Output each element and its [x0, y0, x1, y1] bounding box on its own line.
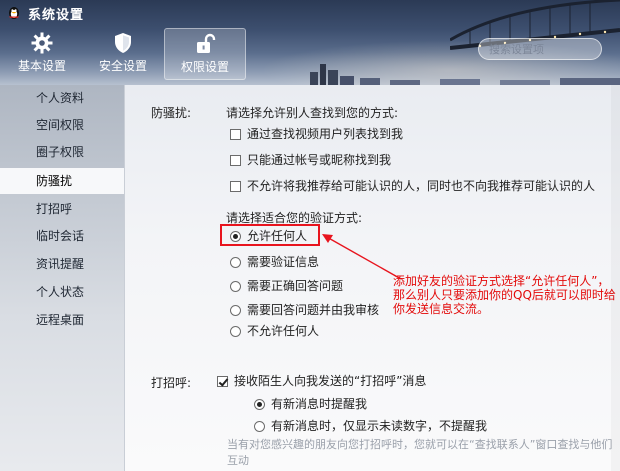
sidebar-item-label: 防骚扰: [36, 174, 73, 188]
tab-basic-settings[interactable]: 基本设置: [2, 28, 82, 78]
unlock-icon: [197, 33, 216, 53]
gear-icon: [31, 32, 53, 54]
section-label-anti-harassment: 防骚扰:: [151, 106, 192, 120]
sidebar-item-label: 空间权限: [36, 118, 85, 132]
option-label: 只能通过帐号或昵称找到我: [247, 153, 392, 167]
section-label-greeting: 打招呼:: [151, 376, 192, 390]
window-title: 系统设置: [28, 8, 85, 23]
option-label: 有新消息时提醒我: [271, 397, 368, 411]
radio-button[interactable]: [230, 305, 241, 316]
option-accept-greeting[interactable]: 接收陌生人向我发送的“打招呼”消息: [217, 372, 426, 390]
radio-button[interactable]: [254, 399, 265, 410]
annotation-arrow: [322, 234, 402, 280]
option-label: 需要验证信息: [247, 255, 320, 269]
checkbox[interactable]: [230, 155, 241, 166]
tab-security-settings[interactable]: 安全设置: [83, 28, 163, 78]
option-label: 不允许任何人: [247, 324, 320, 338]
tab-label: 权限设置: [180, 60, 229, 74]
sidebar-item-remote-desktop[interactable]: 远程桌面: [0, 307, 124, 333]
title-bar: 系统设置: [0, 0, 620, 24]
header-banner: 系统设置 基本设置 安全设置 权限设置 搜索设置项: [0, 0, 620, 85]
sidebar-item-profile[interactable]: 个人资料: [0, 85, 124, 111]
greeting-option-count-only[interactable]: 有新消息时，仅显示未读数字，不提醒我: [254, 417, 487, 435]
search-input[interactable]: [478, 38, 602, 60]
sidebar-item-label: 临时会话: [36, 229, 85, 243]
radio-button[interactable]: [230, 257, 241, 268]
settings-content: 防骚扰: 请选择允许别人查找到您的方式: 通过查找视频用户列表找到我 只能通过帐…: [124, 85, 620, 471]
verify-option-answer-and-review[interactable]: 需要回答问题并由我审核: [230, 301, 379, 319]
option-label: 通过查找视频用户列表找到我: [247, 127, 404, 141]
sidebar-item-label: 远程桌面: [36, 313, 85, 327]
sidebar-item-label: 资讯提醒: [36, 257, 85, 271]
sidebar-item-greeting[interactable]: 打招呼: [0, 196, 124, 222]
sidebar-item-circle-permission[interactable]: 圈子权限: [0, 139, 124, 165]
sidebar-item-anti-harassment[interactable]: 防骚扰: [0, 168, 124, 194]
sidebar-item-news-alert[interactable]: 资讯提醒: [0, 251, 124, 277]
annotation-note: 添加好友的验证方式选择“允许任何人”，那么别人只要添加你的QQ后就可以即时给你发…: [393, 274, 616, 316]
checkbox[interactable]: [217, 376, 228, 387]
content-scrollbar[interactable]: [611, 85, 620, 471]
sidebar-item-personal-status[interactable]: 个人状态: [0, 279, 124, 305]
sidebar-item-space-permission[interactable]: 空间权限: [0, 112, 124, 138]
option-no-recommend[interactable]: 不允许将我推荐给可能认识的人，同时也不向我推荐可能认识的人: [230, 177, 595, 195]
sidebar: 个人资料 空间权限 圈子权限 防骚扰 打招呼 临时会话 资讯提醒 个人状态 远程…: [0, 85, 124, 471]
sidebar-item-label: 个人状态: [36, 285, 85, 299]
tab-permission-settings[interactable]: 权限设置: [164, 28, 246, 80]
tab-label: 基本设置: [17, 59, 66, 73]
sidebar-item-label: 个人资料: [36, 91, 85, 105]
radio-button[interactable]: [230, 231, 241, 242]
option-find-by-video-list[interactable]: 通过查找视频用户列表找到我: [230, 125, 403, 143]
greeting-hint: 当有对您感兴趣的朋友向您打招呼时，您就可以在“查找联系人”窗口查找与他们互动: [227, 438, 613, 467]
checkbox[interactable]: [230, 129, 241, 140]
find-me-intro: 请选择允许别人查找到您的方式:: [226, 106, 399, 120]
radio-button[interactable]: [230, 326, 241, 337]
verify-option-need-message[interactable]: 需要验证信息: [230, 253, 319, 271]
radio-button[interactable]: [230, 281, 241, 292]
greeting-option-notify[interactable]: 有新消息时提醒我: [254, 395, 367, 413]
shield-icon: [115, 33, 131, 53]
checkbox[interactable]: [230, 181, 241, 192]
verify-option-allow-nobody[interactable]: 不允许任何人: [230, 322, 319, 340]
qq-penguin-icon: [9, 7, 19, 19]
option-label: 允许任何人: [247, 229, 308, 243]
option-label: 接收陌生人向我发送的“打招呼”消息: [234, 374, 427, 388]
option-label: 不允许将我推荐给可能认识的人，同时也不向我推荐可能认识的人: [247, 179, 596, 193]
radio-button[interactable]: [254, 421, 265, 432]
verify-option-allow-anyone[interactable]: 允许任何人: [230, 227, 307, 245]
sidebar-item-label: 打招呼: [36, 202, 73, 216]
sidebar-item-temp-session[interactable]: 临时会话: [0, 223, 124, 249]
sidebar-item-label: 圈子权限: [36, 145, 85, 159]
option-label: 需要回答问题并由我审核: [247, 303, 380, 317]
tab-label: 安全设置: [98, 59, 147, 73]
option-find-by-account-only[interactable]: 只能通过帐号或昵称找到我: [230, 151, 391, 169]
option-label: 有新消息时，仅显示未读数字，不提醒我: [271, 419, 488, 433]
